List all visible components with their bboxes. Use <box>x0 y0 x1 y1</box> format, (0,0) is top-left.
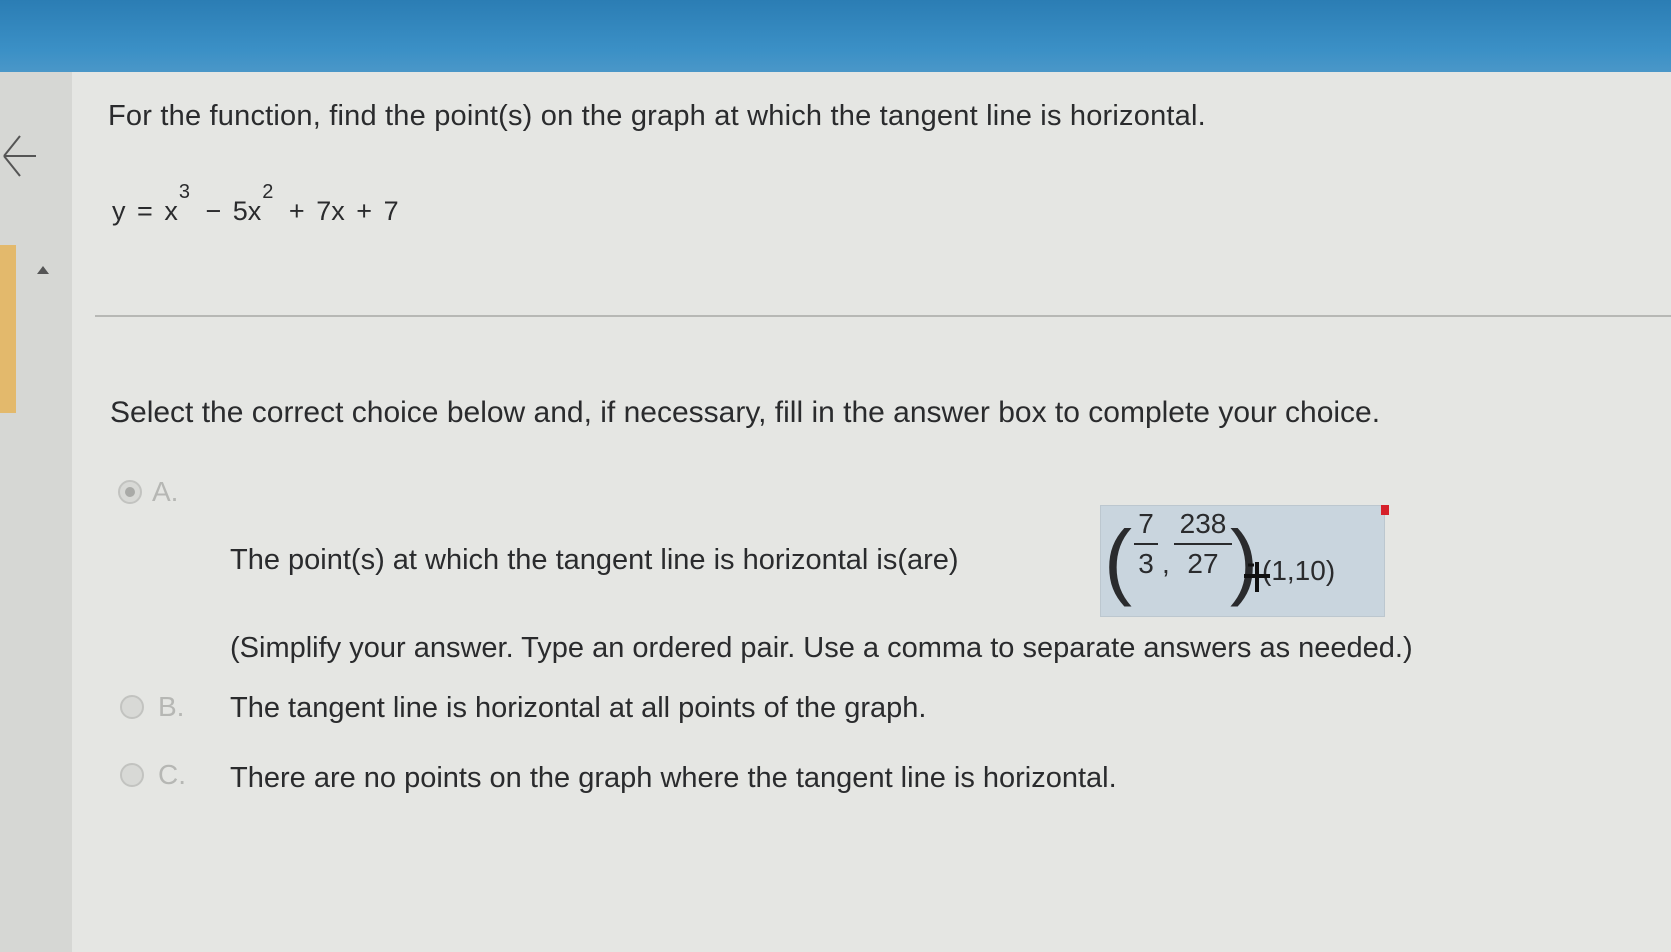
eq-op1: − <box>205 196 222 226</box>
choice-c-radio[interactable] <box>120 763 144 787</box>
eq-lhs: y <box>112 196 126 226</box>
fraction-1-denominator: 3 <box>1138 548 1154 579</box>
choice-c-text[interactable]: There are no points on the graph where t… <box>230 762 1117 795</box>
back-arrow-icon[interactable] <box>2 128 38 184</box>
fraction-1-bar <box>1134 543 1158 545</box>
choice-a-letter: A. <box>152 476 179 507</box>
fraction-238-27: 238 27 <box>1174 508 1232 580</box>
eq-term4: 7 <box>383 196 399 226</box>
caret-up-icon[interactable] <box>36 265 50 275</box>
text-cursor-icon <box>1244 562 1270 592</box>
eq-equals: = <box>137 196 153 226</box>
fraction-2-denominator: 27 <box>1187 548 1219 579</box>
eq-term3: 7x <box>316 196 345 226</box>
eq-term1-base: x <box>164 196 178 226</box>
choice-c-letter: C. <box>158 759 186 790</box>
answer-open-paren: ( <box>1104 513 1132 607</box>
eq-term2-exponent: 2 <box>262 181 274 203</box>
choice-b-radio[interactable] <box>120 695 144 719</box>
eq-op2: + <box>288 196 305 226</box>
eq-op3: + <box>356 196 373 226</box>
fraction-2-bar <box>1174 543 1232 545</box>
choice-a-hint: (Simplify your answer. Type an ordered p… <box>230 632 1413 664</box>
question-prompt: For the function, find the point(s) on t… <box>108 100 1206 132</box>
section-divider <box>95 315 1671 317</box>
choice-a-radio[interactable] <box>118 480 142 504</box>
fraction-2-numerator: 238 <box>1179 508 1227 539</box>
instruction-text: Select the correct choice below and, if … <box>110 396 1381 429</box>
scroll-accent[interactable] <box>0 245 16 413</box>
flag-icon <box>1381 505 1389 515</box>
eq-term1-exponent: 3 <box>178 181 190 203</box>
eq-term2-base: 5x <box>232 196 262 226</box>
top-bar <box>0 0 1671 72</box>
choice-a-text: The point(s) at which the tangent line i… <box>230 544 959 576</box>
choice-b-letter: B. <box>158 691 185 722</box>
left-sidebar <box>0 72 73 952</box>
function-equation: y = x3 − 5x2 + 7x + 7 <box>112 181 399 227</box>
answer-comma: , <box>1162 548 1170 579</box>
fraction-seven-thirds: 7 3 <box>1134 508 1158 580</box>
choice-b-text[interactable]: The tangent line is horizontal at all po… <box>230 692 926 725</box>
fraction-1-numerator: 7 <box>1138 508 1154 539</box>
